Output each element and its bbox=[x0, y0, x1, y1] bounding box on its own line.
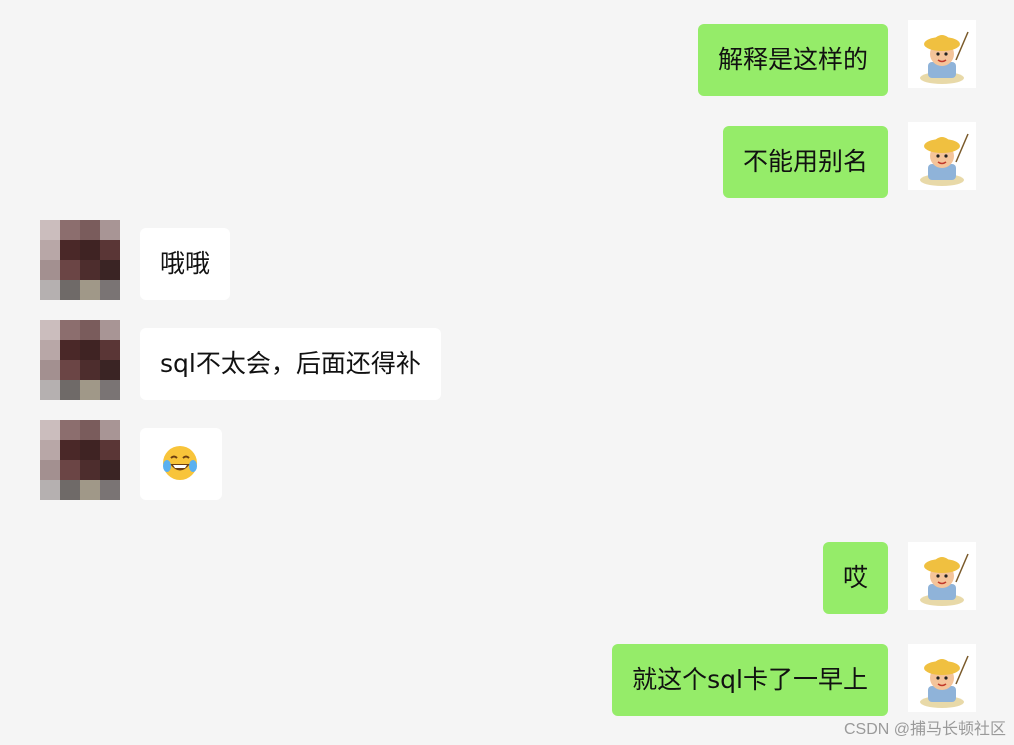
outgoing-message-bubble[interactable]: 不能用别名 bbox=[722, 126, 888, 198]
message-row: 哎 bbox=[0, 538, 1014, 618]
user-avatar-icon[interactable] bbox=[908, 122, 976, 190]
message-row: sql不太会，后面还得补 bbox=[0, 320, 1014, 400]
watermark: CSDN @捕马长顿社区 bbox=[843, 721, 1006, 738]
message-row: 解释是这样的 bbox=[0, 20, 1014, 100]
laughing-crying-emoji-icon bbox=[163, 446, 197, 480]
message-row: 不能用别名 bbox=[0, 122, 1014, 202]
incoming-message-bubble[interactable]: sql不太会，后面还得补 bbox=[140, 328, 441, 400]
user-avatar-icon[interactable] bbox=[908, 20, 976, 88]
message-row bbox=[0, 420, 1014, 500]
message-row: 就这个sql卡了一早上 bbox=[0, 640, 1014, 720]
user-avatar-icon[interactable] bbox=[908, 542, 976, 610]
incoming-message-bubble[interactable]: 哦哦 bbox=[140, 228, 231, 300]
contact-avatar-icon[interactable] bbox=[40, 220, 120, 300]
chat-window: 解释是这样的 不能用别名 哦哦 sql不太会，后面还得补 哎 就这个sql卡了一… bbox=[0, 0, 1014, 745]
message-row: 哦哦 bbox=[0, 220, 1014, 300]
user-avatar-icon[interactable] bbox=[908, 644, 976, 712]
contact-avatar-icon[interactable] bbox=[40, 320, 120, 400]
incoming-emoji-bubble[interactable] bbox=[140, 428, 222, 500]
outgoing-message-bubble[interactable]: 哎 bbox=[822, 542, 888, 614]
contact-avatar-icon[interactable] bbox=[40, 420, 120, 500]
outgoing-message-bubble[interactable]: 就这个sql卡了一早上 bbox=[612, 644, 888, 716]
outgoing-message-bubble[interactable]: 解释是这样的 bbox=[697, 24, 888, 96]
